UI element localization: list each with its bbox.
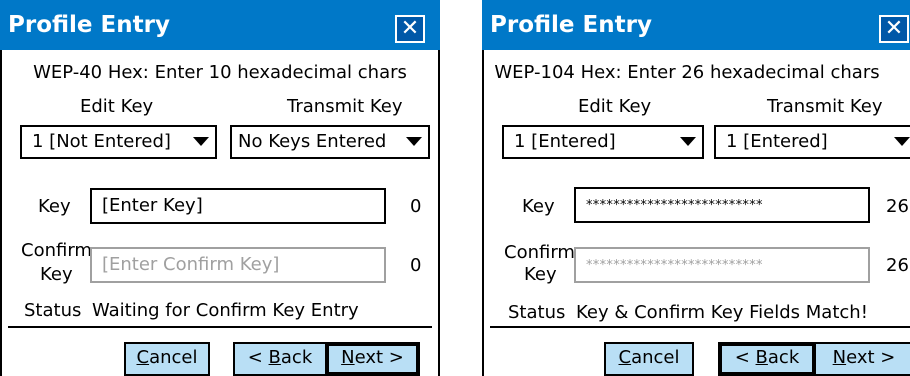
edit-key-dropdown[interactable]: 1 [Entered] [502,125,704,159]
confirm-key-placeholder: [Enter Confirm Key] [102,254,280,275]
transmit-key-label: Transmit Key [287,96,403,117]
confirm-key-label-line2: Key [40,264,73,285]
button-separator [490,326,910,328]
dropdown-arrow-icon [193,137,209,146]
close-icon: ✕ [400,16,420,41]
close-button[interactable]: ✕ [879,15,909,43]
confirm-key-masked: ************************** [586,258,763,273]
profile-entry-window-wep40: Profile Entry ✕ WEP-40 Hex: Enter 10 hex… [0,0,440,376]
back-button[interactable]: < Back [718,342,816,376]
status-text: Waiting for Confirm Key Entry [92,300,359,321]
encryption-instructions: WEP-104 Hex: Enter 26 hexadecimal chars [494,62,880,83]
confirm-key-char-count: 0 [410,255,422,276]
cancel-button[interactable]: Cancel [124,342,210,376]
transmit-key-label: Transmit Key [767,96,883,117]
status-text: Key & Confirm Key Fields Match! [576,302,868,323]
profile-entry-window-wep104: Profile Entry ✕ WEP-104 Hex: Enter 26 he… [482,0,910,376]
close-button[interactable]: ✕ [395,15,425,43]
edit-key-label: Edit Key [80,96,154,117]
key-char-count: 26 [886,196,909,217]
window-title: Profile Entry [8,12,170,38]
cancel-button[interactable]: Cancel [604,342,694,376]
next-button[interactable]: Next > [325,342,420,376]
button-separator [8,326,432,328]
confirm-key-input[interactable]: ************************** [574,247,870,283]
encryption-instructions: WEP-40 Hex: Enter 10 hexadecimal chars [33,62,407,83]
edit-key-dropdown[interactable]: 1 [Not Entered] [20,125,217,159]
window-border-left [482,50,484,376]
title-bar: Profile Entry ✕ [482,0,910,50]
confirm-key-label-line2: Key [524,264,557,285]
status-label: Status [508,302,566,323]
status-label: Status [24,300,82,321]
key-input-value: [Enter Key] [102,195,203,216]
window-border-right [438,50,440,376]
title-bar: Profile Entry ✕ [0,0,440,50]
confirm-key-label-line1: Confirm [504,242,575,263]
transmit-key-selected: 1 [Entered] [726,131,828,152]
key-input[interactable]: ************************** [574,187,870,223]
window-border-left [0,50,2,376]
key-input-masked: ************************** [586,198,763,213]
key-label: Key [38,196,71,217]
confirm-key-input[interactable]: [Enter Confirm Key] [90,247,386,283]
transmit-key-dropdown[interactable]: No Keys Entered [230,125,430,159]
confirm-key-label-line1: Confirm [21,240,92,261]
close-icon: ✕ [884,16,904,41]
window-title: Profile Entry [490,12,652,38]
edit-key-label: Edit Key [578,96,652,117]
key-label: Key [522,196,555,217]
edit-key-selected: 1 [Entered] [514,131,616,152]
transmit-key-dropdown[interactable]: 1 [Entered] [714,125,910,159]
key-input[interactable]: [Enter Key] [90,188,386,224]
dropdown-arrow-icon [894,137,910,146]
back-button[interactable]: < Back [233,342,327,376]
edit-key-selected: 1 [Not Entered] [32,131,171,152]
next-button[interactable]: Next > [814,342,910,376]
transmit-key-selected: No Keys Entered [238,131,387,152]
dropdown-arrow-icon [406,137,422,146]
confirm-key-char-count: 26 [886,255,909,276]
key-char-count: 0 [410,196,422,217]
dropdown-arrow-icon [680,137,696,146]
